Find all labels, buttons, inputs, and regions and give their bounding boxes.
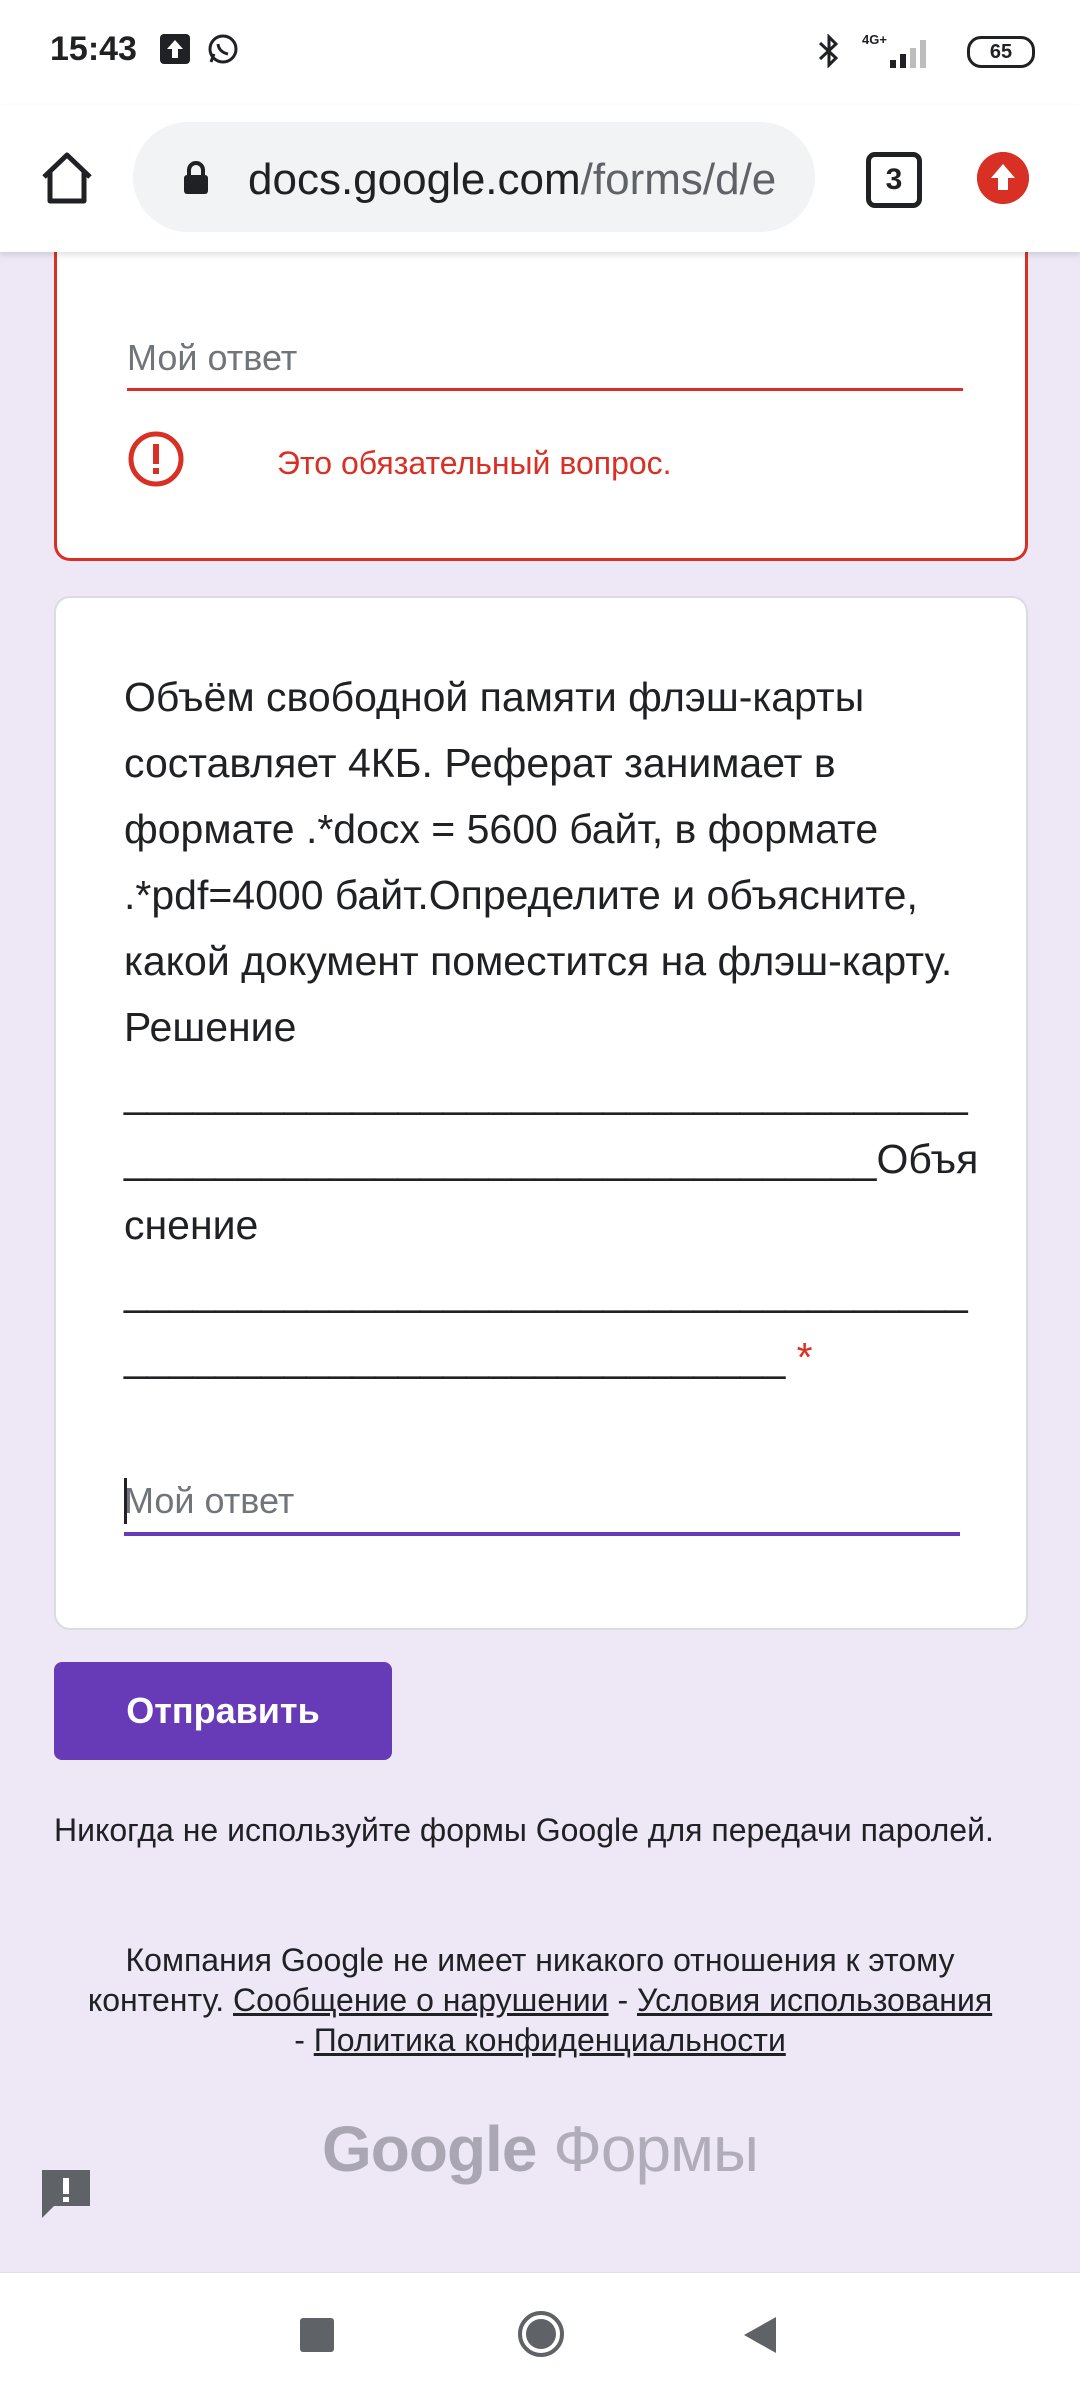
url-path: /forms/d/e [580, 155, 777, 204]
question-card: Объём свободной памяти флэш-карты состав… [54, 596, 1028, 1630]
answer-input-focused[interactable] [124, 1470, 960, 1536]
system-navigation-bar [0, 2272, 1080, 2401]
password-warning: Никогда не используйте формы Google для … [54, 1812, 994, 1848]
required-asterisk: * [796, 1334, 813, 1380]
question-text: Объём свободной памяти флэш-карты состав… [124, 674, 979, 1380]
logo-forms: Формы [553, 2113, 759, 2185]
recents-icon[interactable] [300, 2318, 334, 2352]
legal-footer: Компания Google не имеет никакого отноше… [80, 1940, 1000, 2060]
whatsapp-icon [208, 34, 238, 64]
url-text: docs.google.com/forms/d/e [248, 155, 808, 205]
feedback-icon[interactable] [38, 2166, 94, 2222]
error-icon [128, 431, 184, 487]
status-time: 15:43 [50, 30, 137, 68]
battery-icon: 65 [967, 36, 1035, 68]
update-icon[interactable] [977, 152, 1029, 204]
report-abuse-link[interactable]: Сообщение о нарушении [233, 1982, 609, 2018]
submit-button[interactable]: Отправить [54, 1662, 392, 1760]
google-forms-logo[interactable]: Google Формы [0, 2112, 1080, 2186]
text-cursor [124, 1478, 127, 1524]
logo-google: Google [321, 2113, 537, 2185]
question-card-required-error: Это обязательный вопрос. [54, 230, 1028, 561]
answer-input[interactable] [127, 328, 963, 391]
home-icon[interactable] [38, 149, 96, 207]
network-type: 4G+ [862, 32, 887, 47]
terms-link[interactable]: Условия использования [637, 1982, 992, 2018]
lock-icon [184, 161, 208, 194]
error-text: Это обязательный вопрос. [277, 445, 672, 481]
privacy-link[interactable]: Политика конфиденциальности [314, 2022, 786, 2058]
legal-separator: - [294, 2022, 305, 2058]
home-nav-icon[interactable] [516, 2309, 566, 2359]
url-domain: docs.google.com [248, 155, 581, 204]
browser-toolbar: docs.google.com/forms/d/e 3 [0, 105, 1080, 252]
tabs-icon[interactable]: 3 [866, 152, 922, 208]
address-bar[interactable]: docs.google.com/forms/d/e [133, 122, 815, 232]
back-icon[interactable] [740, 2313, 780, 2357]
upload-icon [160, 34, 190, 64]
signal-icon: 4G+ [862, 32, 926, 68]
legal-separator: - [617, 1982, 629, 2018]
status-bar: 15:43 4G+ 65 [0, 0, 1080, 105]
bluetooth-icon [818, 34, 839, 68]
question-title: Объём свободной памяти флэш-карты состав… [124, 664, 984, 1390]
